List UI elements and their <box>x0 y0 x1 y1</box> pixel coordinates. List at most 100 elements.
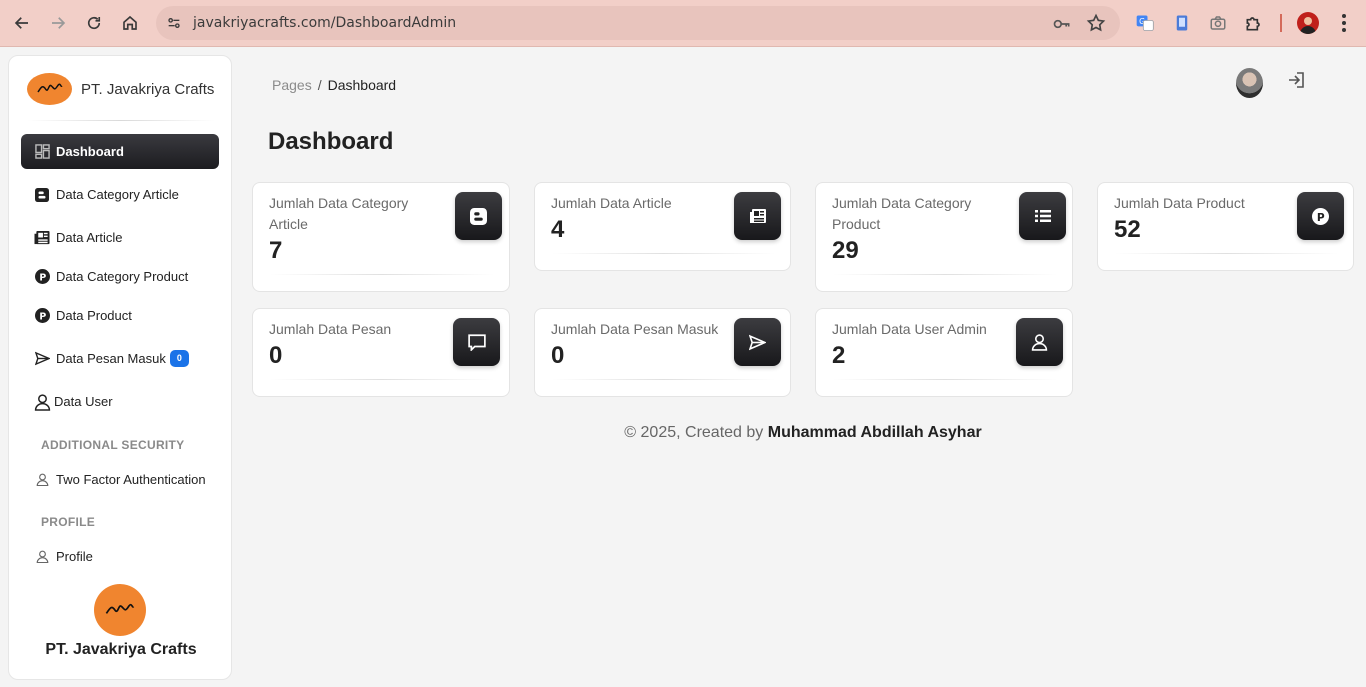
list-icon <box>1019 192 1066 240</box>
stat-card-label: Jumlah Data Article <box>551 195 672 211</box>
stat-card-article[interactable]: Jumlah Data Article 4 <box>534 182 791 271</box>
stat-card-pesan-masuk[interactable]: Jumlah Data Pesan Masuk 0 <box>534 308 791 397</box>
user-avatar[interactable] <box>1236 68 1263 98</box>
sidebar-item-data-category-product[interactable]: P Data Category Product <box>21 259 219 294</box>
browser-profile-avatar[interactable] <box>1297 12 1319 34</box>
svg-text:P: P <box>39 272 46 283</box>
sidebar-item-label: Data Category Article <box>56 187 179 202</box>
message-icon <box>453 318 500 366</box>
password-key-icon[interactable] <box>1052 14 1072 32</box>
sidebar-footer-brand: PT. Javakriya Crafts <box>45 641 197 658</box>
unread-count-badge: 0 <box>169 350 189 367</box>
stat-card-label: Jumlah Data Category Article <box>269 195 409 232</box>
sidebar-item-label: Two Factor Authentication <box>56 472 206 487</box>
blogger-icon <box>455 192 502 240</box>
section-label-security: ADDITIONAL SECURITY <box>41 438 185 452</box>
breadcrumb: Pages / Dashboard <box>272 77 396 93</box>
card-divider <box>551 253 776 254</box>
dashboard-grid-icon <box>34 144 50 160</box>
extensions-puzzle-icon[interactable] <box>1243 12 1265 34</box>
blogger-icon <box>34 187 50 203</box>
svg-text:P: P <box>39 311 46 322</box>
camera-icon[interactable] <box>1207 12 1229 34</box>
page-title: Dashboard <box>268 128 394 155</box>
sidebar-item-label: Dashboard <box>56 144 124 159</box>
user-outline-icon <box>34 549 50 565</box>
stat-card-value: 0 <box>551 342 565 369</box>
breadcrumb-root[interactable]: Pages <box>272 77 312 93</box>
stat-card-label: Jumlah Data Category Product <box>832 195 972 232</box>
back-arrow-icon[interactable] <box>10 11 34 35</box>
sidebar-item-label: Data User <box>54 394 113 409</box>
stat-card-value: 2 <box>832 342 846 369</box>
card-divider <box>1114 253 1339 254</box>
sidebar-item-label: Data Category Product <box>56 269 189 284</box>
stat-card-value: 29 <box>832 237 859 264</box>
home-icon[interactable] <box>118 11 142 35</box>
sidebar-item-label: Data Pesan Masuk <box>56 351 166 366</box>
browser-menu-icon[interactable] <box>1334 12 1354 34</box>
site-info-icon[interactable] <box>164 13 184 33</box>
card-divider <box>832 379 1058 380</box>
stat-card-value: 7 <box>269 237 283 264</box>
url-text: javakriyacrafts.com/DashboardAdmin <box>193 15 457 31</box>
sidebar-item-data-category-article[interactable]: Data Category Article <box>21 177 219 212</box>
send-icon <box>734 318 781 366</box>
user-outline-icon <box>34 472 50 488</box>
sidebar-divider <box>27 120 215 121</box>
stat-card-user-admin[interactable]: Jumlah Data User Admin 2 <box>815 308 1073 397</box>
stat-card-value: 52 <box>1114 216 1141 243</box>
card-divider <box>269 379 495 380</box>
user-icon <box>33 393 51 411</box>
stat-card-value: 4 <box>551 216 565 243</box>
section-label-profile: PROFILE <box>41 515 96 529</box>
newspaper-icon <box>34 230 50 246</box>
logout-icon[interactable] <box>1286 70 1306 90</box>
card-divider <box>269 274 495 275</box>
stat-card-label: Jumlah Data Product <box>1114 195 1245 211</box>
product-p-icon: P <box>34 308 50 324</box>
svg-text:P: P <box>1317 210 1325 223</box>
sidebar-item-two-factor-auth[interactable]: Two Factor Authentication <box>21 462 219 497</box>
send-icon <box>34 351 50 367</box>
stat-card-label: Jumlah Data User Admin <box>832 321 987 337</box>
brand-name: PT. Javakriya Crafts <box>81 80 215 98</box>
sidebar-item-profile[interactable]: Profile <box>21 539 219 574</box>
sidebar-item-label: Data Article <box>56 230 123 245</box>
brand-logo <box>27 73 72 105</box>
sidebar-item-data-article[interactable]: Data Article <box>21 220 219 255</box>
forward-arrow-icon[interactable] <box>46 11 70 35</box>
stat-card-category-article[interactable]: Jumlah Data Category Article 7 <box>252 182 510 292</box>
reload-icon[interactable] <box>82 11 106 35</box>
sidebar-item-dashboard[interactable]: Dashboard <box>21 134 219 169</box>
sidebar-brand[interactable]: PT. Javakriya Crafts <box>27 73 214 105</box>
stat-card-value: 0 <box>269 342 283 369</box>
address-bar[interactable]: javakriyacrafts.com/DashboardAdmin <box>156 6 1120 40</box>
browser-toolbar: javakriyacrafts.com/DashboardAdmin G <box>0 0 1366 47</box>
sidebar-item-data-product[interactable]: P Data Product <box>21 298 219 333</box>
sidebar-item-data-pesan-masuk[interactable]: Data Pesan Masuk 0 <box>21 341 219 376</box>
stat-card-label: Jumlah Data Pesan <box>269 321 392 337</box>
newspaper-icon <box>734 192 781 240</box>
toolbar-divider <box>1280 14 1282 32</box>
copyright-prefix: © 2025, Created by <box>624 424 768 441</box>
sidebar-item-label: Data Product <box>56 308 132 323</box>
author-name: Muhammad Abdillah Asyhar <box>767 424 982 441</box>
stat-card-pesan[interactable]: Jumlah Data Pesan 0 <box>252 308 510 397</box>
card-divider <box>832 274 1058 275</box>
breadcrumb-current: Dashboard <box>327 77 397 93</box>
stat-card-category-product[interactable]: Jumlah Data Category Product 29 <box>815 182 1073 292</box>
user-icon <box>1016 318 1063 366</box>
bookmark-star-icon[interactable] <box>1086 13 1106 33</box>
stat-card-product[interactable]: Jumlah Data Product 52 P <box>1097 182 1354 271</box>
product-p-icon: P <box>34 269 50 285</box>
card-divider <box>551 379 776 380</box>
sidebar-item-label: Profile <box>56 549 93 564</box>
stat-card-label: Jumlah Data Pesan Masuk <box>551 321 719 337</box>
brand-logo-large <box>94 584 146 636</box>
phone-extension-icon[interactable] <box>1171 12 1193 34</box>
copyright-footer: © 2025, Created by Muhammad Abdillah Asy… <box>240 424 1366 442</box>
sidebar-item-data-user[interactable]: Data User <box>21 384 219 419</box>
translate-icon[interactable]: G <box>1134 12 1156 34</box>
breadcrumb-separator: / <box>317 77 322 93</box>
